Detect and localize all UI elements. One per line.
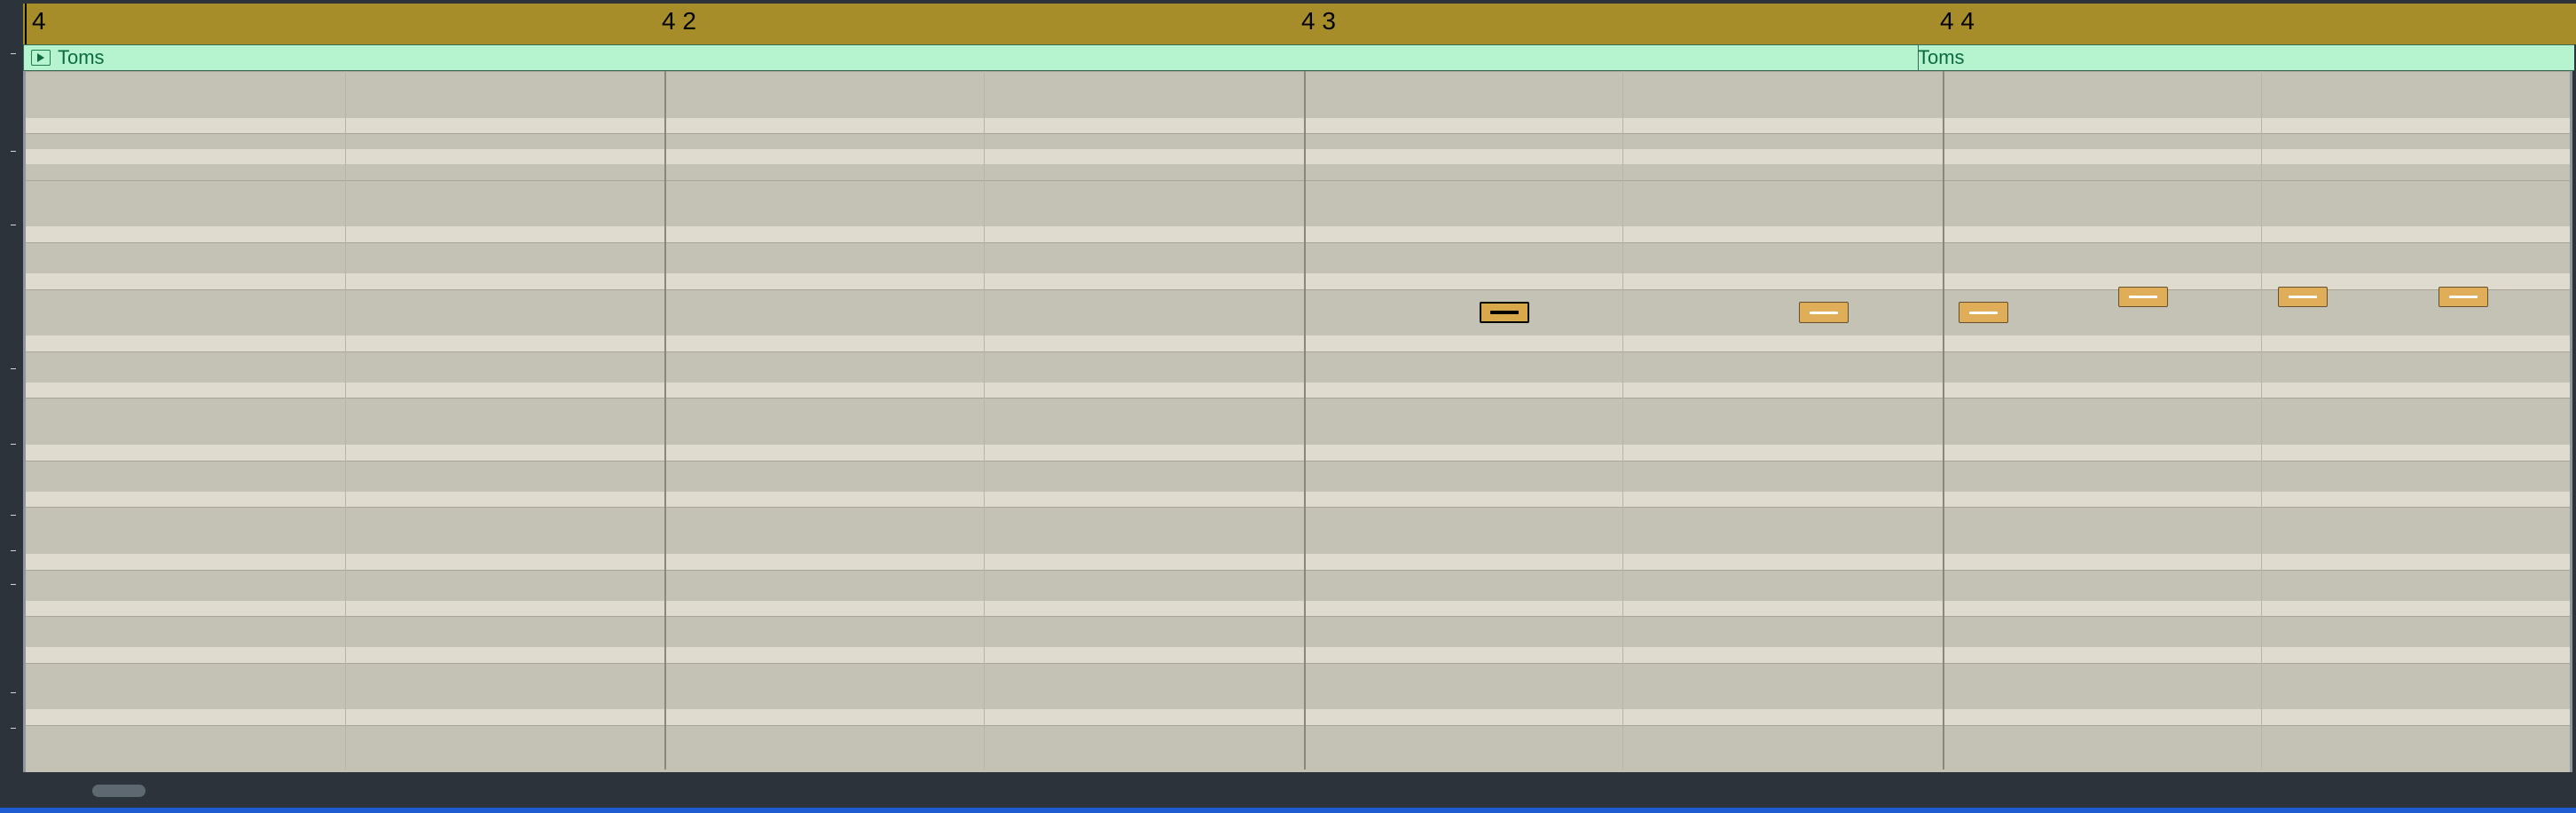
pitch-row[interactable] <box>26 756 2570 772</box>
pitch-row[interactable] <box>26 351 2570 367</box>
midi-note[interactable] <box>2118 287 2168 308</box>
pitch-row[interactable] <box>26 616 2570 632</box>
bar-marker <box>25 4 27 44</box>
note-velocity-indicator <box>2289 296 2317 298</box>
pitch-row[interactable] <box>26 195 2570 211</box>
pitch-row[interactable] <box>26 211 2570 227</box>
timeline-ruler[interactable]: 4 4 2 4 3 4 4 <box>23 4 2576 44</box>
pitch-row[interactable] <box>26 180 2570 196</box>
gridline-sub <box>2261 71 2262 770</box>
pitch-row[interactable] <box>26 414 2570 430</box>
note-velocity-indicator <box>1810 312 1838 314</box>
pitch-row[interactable] <box>26 242 2570 258</box>
pitch-row[interactable] <box>26 398 2570 414</box>
beat-label: 4 2 <box>662 7 696 36</box>
clip-name: Toms <box>58 46 105 69</box>
pitch-row[interactable] <box>26 694 2570 710</box>
clip-play-button[interactable] <box>31 50 51 66</box>
pitch-row[interactable] <box>26 647 2570 663</box>
pitch-row[interactable] <box>26 601 2570 617</box>
gridline-beat <box>664 71 666 770</box>
note-velocity-indicator <box>1969 312 1998 314</box>
gridline-sub <box>984 71 985 770</box>
pitch-row[interactable] <box>26 725 2570 741</box>
pitch-row[interactable] <box>26 554 2570 570</box>
pitch-row[interactable] <box>26 383 2570 399</box>
midi-note[interactable] <box>1799 302 1849 323</box>
midi-note[interactable] <box>2439 287 2488 308</box>
pitch-row[interactable] <box>26 461 2570 477</box>
pitch-row[interactable] <box>26 476 2570 492</box>
pitch-row[interactable] <box>26 133 2570 149</box>
pitch-row[interactable] <box>26 304 2570 320</box>
pitch-row[interactable] <box>26 709 2570 725</box>
gridline-beat <box>1943 71 1944 770</box>
pitch-row[interactable] <box>26 226 2570 242</box>
bar-label: 4 <box>32 7 46 36</box>
pitch-row[interactable] <box>26 570 2570 586</box>
pitch-row[interactable] <box>26 149 2570 165</box>
pitch-row[interactable] <box>26 335 2570 351</box>
note-pitch-gutter <box>0 0 23 813</box>
pitch-row[interactable] <box>26 430 2570 446</box>
pitch-row[interactable] <box>26 632 2570 648</box>
pitch-row[interactable] <box>26 507 2570 523</box>
pitch-row[interactable] <box>26 663 2570 679</box>
pitch-row[interactable] <box>26 87 2570 103</box>
gridline-sub <box>345 71 346 770</box>
note-velocity-indicator <box>2129 296 2157 298</box>
piano-roll[interactable] <box>23 71 2572 772</box>
pitch-row[interactable] <box>26 102 2570 118</box>
pitch-row[interactable] <box>26 678 2570 694</box>
pitch-row[interactable] <box>26 585 2570 601</box>
horizontal-scrollbar-track[interactable] <box>23 776 2576 802</box>
note-velocity-indicator <box>2449 296 2478 298</box>
pitch-row[interactable] <box>26 492 2570 508</box>
pitch-row[interactable] <box>26 289 2570 305</box>
midi-note[interactable] <box>1480 302 1529 323</box>
pitch-row[interactable] <box>26 273 2570 289</box>
gridline-beat <box>1304 71 1306 770</box>
pitch-row[interactable] <box>26 320 2570 336</box>
clip-header[interactable]: Toms Toms <box>23 44 2574 71</box>
loop-marker[interactable] <box>1918 45 1919 70</box>
beat-label: 4 3 <box>1301 7 1336 36</box>
clip-name-loop: Toms <box>1918 46 1965 69</box>
note-velocity-indicator <box>1490 311 1518 314</box>
gridline-sub <box>1622 71 1623 770</box>
pitch-row[interactable] <box>26 367 2570 383</box>
pitch-row[interactable] <box>26 258 2570 274</box>
pitch-row[interactable] <box>26 741 2570 757</box>
midi-note[interactable] <box>2278 287 2328 308</box>
midi-note[interactable] <box>1959 302 2008 323</box>
pitch-row[interactable] <box>26 538 2570 554</box>
window-accent-bar <box>0 808 2576 813</box>
beat-label: 4 4 <box>1940 7 1975 36</box>
horizontal-scrollbar-thumb[interactable] <box>92 785 145 797</box>
pitch-row[interactable] <box>26 523 2570 539</box>
pitch-row[interactable] <box>26 445 2570 461</box>
pitch-row[interactable] <box>26 164 2570 180</box>
pitch-row[interactable] <box>26 118 2570 134</box>
pitch-row[interactable] <box>26 71 2570 87</box>
